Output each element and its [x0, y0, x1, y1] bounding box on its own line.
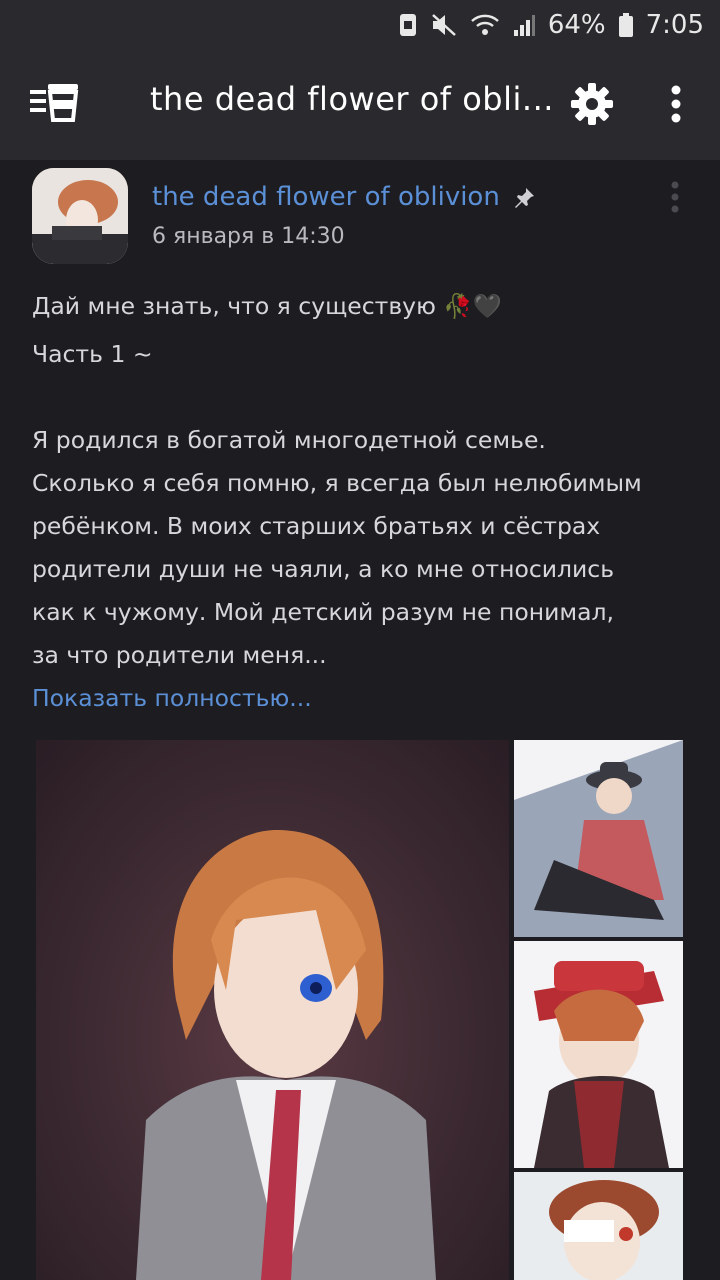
page-title: the dead flower of obli... [150, 80, 550, 118]
post-more-icon[interactable] [668, 180, 682, 214]
pin-icon [512, 186, 536, 210]
post-image-thumb-2[interactable] [514, 941, 683, 1168]
post-text-line: Я родился в богатой многодетной семье. [32, 426, 546, 454]
show-more-link[interactable]: Показать полностью... [32, 684, 312, 712]
post-author[interactable]: the dead flower of oblivion [152, 182, 500, 212]
signal-icon [512, 12, 536, 38]
post-image-thumb-3[interactable] [514, 1172, 683, 1280]
notification-icon [398, 12, 418, 38]
gear-icon[interactable] [570, 82, 614, 126]
app-bar: the dead flower of obli... [0, 50, 720, 160]
post-text-line: ребёнком. В моих старших братьях и сёстр… [32, 512, 601, 540]
post-image-thumb-1[interactable] [514, 740, 683, 937]
post-text-line: Часть 1 ~ [32, 340, 153, 368]
post-text-line: Сколько я себя помню, я всегда был нелюб… [32, 469, 642, 497]
post-text-line: родители души не чаяли, а ко мне относил… [32, 555, 615, 583]
post-text-line: как к чужому. Мой детский разум не поним… [32, 598, 614, 626]
clock: 7:05 [645, 10, 704, 40]
mute-icon [430, 12, 458, 38]
battery-icon [618, 12, 634, 38]
avatar[interactable] [32, 168, 128, 264]
battery-percent: 64% [547, 10, 606, 40]
post-text-line: за что родители меня... [32, 641, 327, 669]
status-bar: 64% 7:05 [0, 0, 720, 50]
post-date: 6 января в 14:30 [152, 224, 345, 249]
post-image-main[interactable] [36, 740, 509, 1280]
wifi-icon [470, 12, 500, 38]
post-text-line: Дай мне знать, что я существую 🥀🖤 [32, 292, 502, 320]
menu-coffee-icon[interactable] [30, 80, 82, 124]
more-options-icon[interactable] [664, 82, 688, 126]
